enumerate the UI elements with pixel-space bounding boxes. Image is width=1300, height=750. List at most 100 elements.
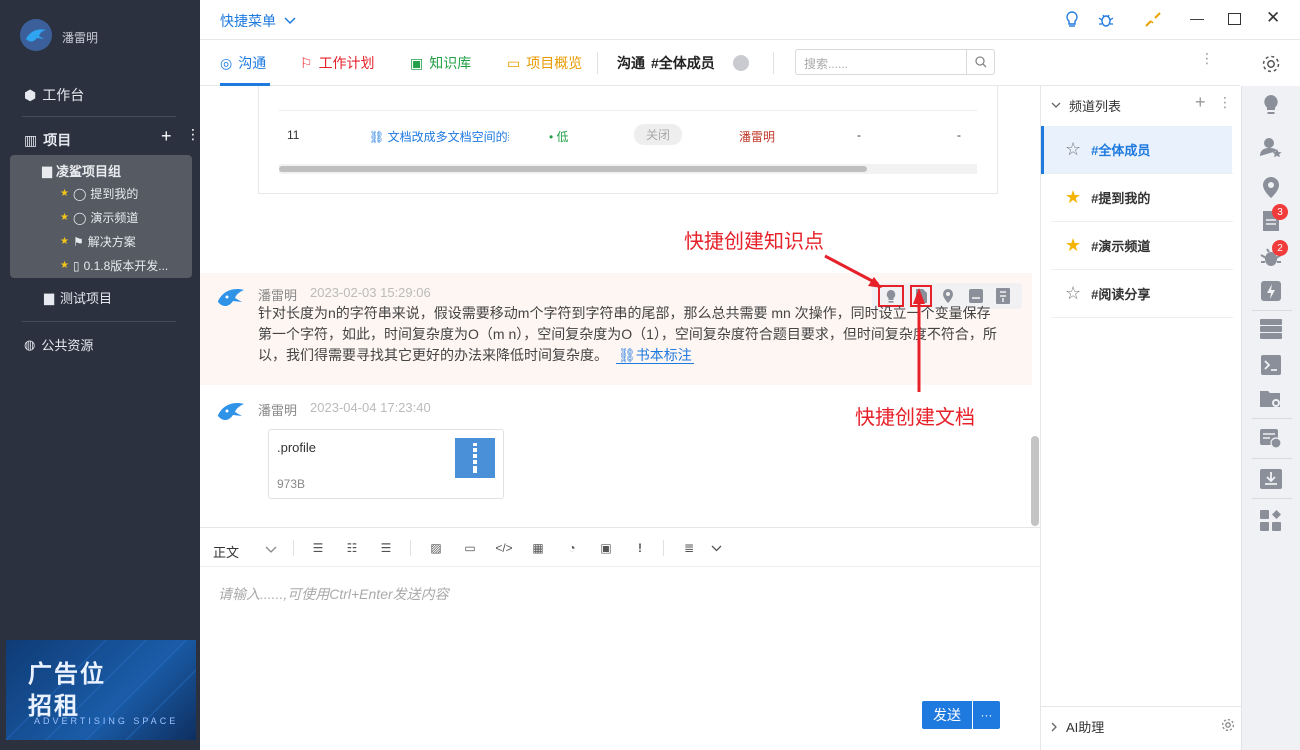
gear-icon[interactable] [1221, 718, 1235, 732]
gear-icon[interactable] [1261, 54, 1281, 74]
channel-item-doc[interactable]: ★ ▯ 0.1.8版本开发... [60, 257, 168, 274]
project-group-item[interactable]: ▆ 凌鲨项目组 [42, 161, 121, 180]
tab-project-overview[interactable]: ▭ 项目概览 [507, 40, 582, 86]
notification-badge: 2 [1272, 240, 1288, 256]
ad-banner[interactable]: 广告位 招租 ADVERTISING SPACE [6, 640, 196, 740]
tab-label: 工作计划 [318, 55, 375, 71]
channel-item-demo[interactable]: ★ ◯ 演示频道 [60, 209, 138, 226]
maximize-icon[interactable] [1228, 13, 1241, 25]
lightbulb-icon[interactable] [1064, 11, 1080, 29]
channel-item-reading[interactable]: ☆ #阅读分享 [1051, 270, 1233, 318]
search-placeholder: 搜索...... [804, 57, 849, 71]
bolt-icon[interactable] [1260, 280, 1282, 302]
star-icon: ★ [60, 188, 69, 199]
archive-icon[interactable] [996, 288, 1010, 304]
channel-item-solution[interactable]: ★ ⚑ 解决方案 [60, 233, 136, 250]
members-icon[interactable] [732, 55, 749, 71]
left-sidebar: 潘雷明 ⬢ 工作台 ▥ 项目 + ⋮ ▆ 凌鲨项目组 ★ ◯ 提到我的 ★ ◯ 演示频道 ★ ⚑… [0, 0, 200, 750]
table-row[interactable]: 11 ⛓ 文档改成多文档空间的新 • 低 关闭 潘雷明 - - [279, 111, 977, 163]
horizontal-scrollbar[interactable] [279, 164, 977, 174]
zip-file-icon [455, 438, 495, 478]
sidebar-item-workbench[interactable]: ⬢ 工作台 [24, 85, 84, 105]
more-icon[interactable]: ⋮ [186, 126, 200, 143]
row-title: 文档改成多文档空间的新 [387, 130, 509, 144]
code-icon[interactable]: </> [495, 540, 512, 556]
note-icon[interactable] [969, 289, 983, 303]
location-icon[interactable] [942, 289, 954, 304]
ad-caption: ADVERTISING SPACE [34, 716, 179, 726]
channel-list-header[interactable]: 频道列表 [1051, 96, 1121, 115]
lightbulb-icon[interactable] [1260, 94, 1282, 116]
scrollbar-thumb[interactable] [279, 166, 867, 172]
user-name: 潘雷明 [62, 31, 99, 45]
ai-assistant[interactable]: AI助理 [1051, 717, 1104, 736]
folder-icon[interactable]: ▭ [462, 540, 478, 556]
tab-work-plan[interactable]: ⚐ 工作计划 [300, 40, 375, 86]
tab-knowledge[interactable]: ▣ 知识库 [410, 40, 471, 86]
sidebar-item-test-project[interactable]: ▆ 测试项目 [44, 288, 112, 307]
ordered-list-icon[interactable]: ☷ [344, 540, 360, 556]
tab-communication[interactable]: ◎ 沟通 [220, 40, 270, 86]
minimize-icon[interactable]: — [1190, 10, 1204, 26]
star-icon: ★ [1065, 187, 1082, 207]
more-icon[interactable]: ⋮ [1200, 50, 1214, 67]
item-label: 提到我的 [90, 187, 139, 201]
align-icon[interactable]: ≣ [681, 540, 697, 556]
file-attachment[interactable]: .profile 973B [268, 429, 504, 499]
bug-icon[interactable] [1097, 11, 1115, 29]
avatar [218, 403, 244, 421]
book-annotation-link[interactable]: ⛓书本标注 [616, 347, 694, 364]
send-button[interactable]: 发送 [922, 701, 972, 729]
message-time: 2023-02-03 15:29:06 [310, 285, 431, 300]
connect-icon[interactable] [1144, 12, 1162, 28]
close-icon[interactable]: ✕ [1266, 8, 1280, 28]
divider [773, 52, 774, 74]
row-owner: 潘雷明 [739, 130, 776, 144]
chevron-down-icon[interactable] [711, 545, 722, 552]
location-icon[interactable] [1260, 176, 1282, 198]
chat-icon: ◯ [72, 186, 87, 201]
folder-settings-icon[interactable] [1260, 388, 1282, 410]
user-star-icon[interactable] [1260, 136, 1282, 158]
terminal-icon[interactable] [1260, 354, 1282, 376]
table-icon[interactable]: ▦ [530, 540, 546, 556]
editor-toolbar: 正文 ☰ ☷ ☰ ▨ ▭ </> ▦ ◔ ▣ ! ≣ [200, 527, 1040, 567]
download-icon[interactable] [1260, 468, 1282, 490]
bug-icon[interactable]: 2 [1260, 240, 1288, 268]
search-input[interactable]: 搜索...... [795, 49, 995, 75]
channel-label: #阅读分享 [1091, 287, 1151, 302]
send-options-button[interactable]: ··· [973, 701, 1000, 729]
annotation-arrows [824, 254, 925, 392]
add-channel-icon[interactable]: + [1195, 92, 1206, 113]
bullet-list-icon[interactable]: ☰ [310, 540, 326, 556]
document-icon[interactable]: 3 [1260, 204, 1288, 232]
schedule-icon[interactable] [1260, 428, 1282, 450]
channel-item-all[interactable]: ☆ #全体成员 [1051, 126, 1233, 174]
sidebar-item-projects[interactable]: ▥ 项目 [24, 130, 71, 150]
link-icon: ⛓ [369, 130, 385, 144]
user-avatar[interactable] [20, 19, 52, 51]
server-icon[interactable] [1260, 318, 1282, 340]
apps-icon[interactable] [1260, 510, 1282, 532]
image-icon[interactable]: ▨ [428, 540, 444, 556]
message-author: 潘雷明 [258, 288, 298, 303]
quick-menu[interactable]: 快捷菜单 [220, 11, 296, 31]
add-project-icon[interactable]: + [161, 126, 172, 147]
grid-icon[interactable]: ▣ [598, 540, 614, 556]
search-icon[interactable] [966, 50, 994, 74]
channel-item-mention[interactable]: ★ ◯ 提到我的 [60, 185, 138, 202]
row-title-link[interactable]: ⛓ 文档改成多文档空间的新 [369, 128, 509, 145]
channel-item-demo[interactable]: ★ #演示频道 [1051, 222, 1233, 270]
channel-item-mentions[interactable]: ★ #提到我的 [1051, 174, 1233, 222]
more-icon[interactable]: ⋮ [1218, 94, 1232, 111]
task-list-icon[interactable]: ☰ [378, 540, 394, 556]
row-cell: - [957, 128, 961, 142]
dashboard-icon[interactable]: ◔ [564, 540, 580, 556]
chevron-down-icon[interactable] [265, 546, 277, 554]
text-style-select[interactable]: 正文 [213, 542, 239, 561]
message-input[interactable]: 请输入......,可使用Ctrl+Enter发送内容 [218, 584, 449, 604]
alert-icon[interactable]: ! [632, 540, 648, 556]
vertical-scrollbar[interactable] [1031, 436, 1039, 526]
sidebar-item-public[interactable]: ◍ 公共资源 [24, 335, 93, 354]
file-size: 973B [277, 477, 306, 491]
